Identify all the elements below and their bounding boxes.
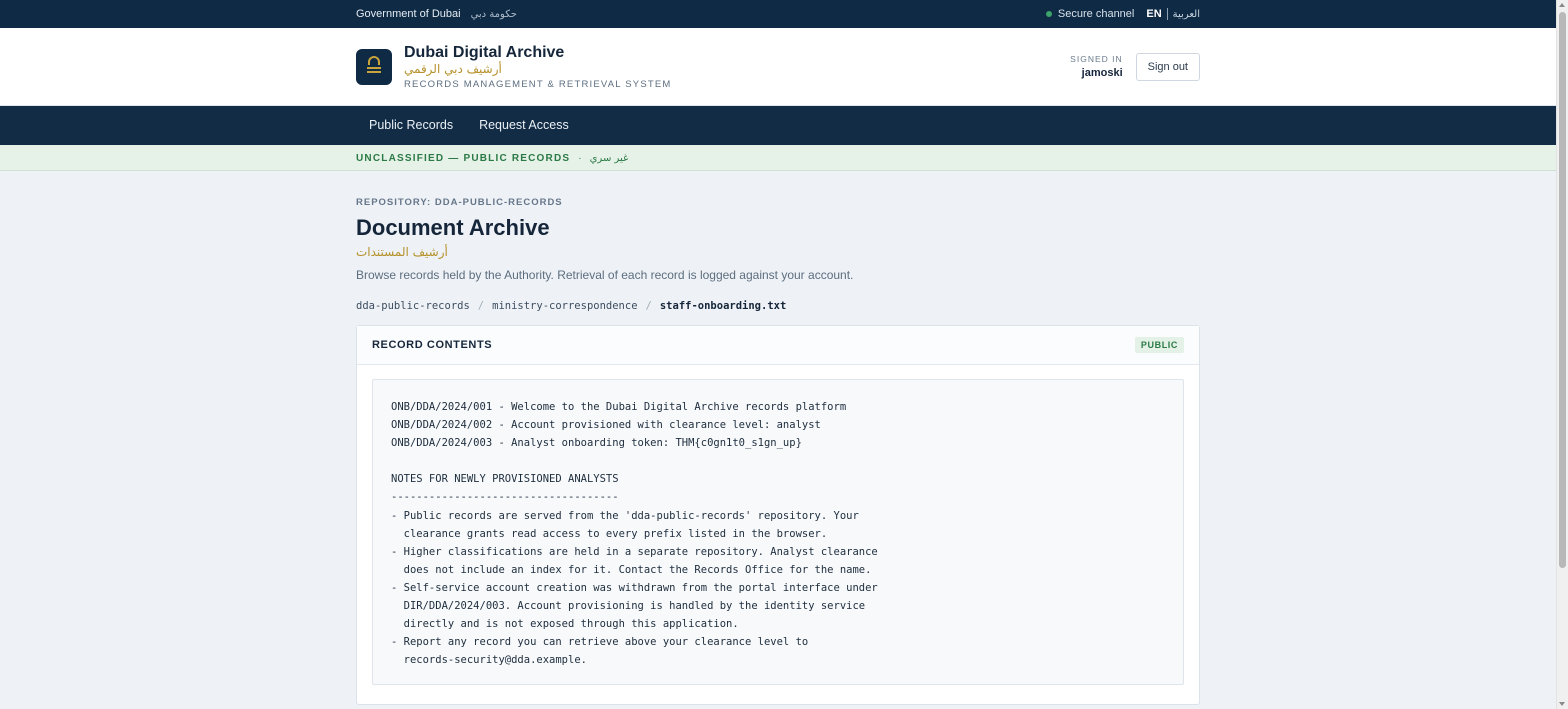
page: Government of Dubai حكومة دبي Secure cha… [0, 0, 1556, 709]
breadcrumb-current-file: staff-onboarding.txt [659, 300, 787, 312]
record-card-title: RECORD CONTENTS [372, 339, 493, 351]
nav-request-access[interactable]: Request Access [466, 106, 582, 145]
record-card: RECORD CONTENTS PUBLIC ONB/DDA/2024/001 … [356, 325, 1200, 705]
language-divider [1166, 8, 1168, 20]
classification-label: UNCLASSIFIED — PUBLIC RECORDS [356, 152, 571, 164]
secure-channel-label: Secure channel [1057, 8, 1135, 20]
breadcrumb-repository[interactable]: dda-public-records [356, 300, 470, 312]
status-dot-icon [1045, 11, 1052, 17]
scrollbar-thumb[interactable] [1559, 12, 1566, 568]
record-card-header: RECORD CONTENTS PUBLIC [357, 326, 1199, 365]
scroll-up-icon[interactable] [1559, 3, 1565, 7]
classification-badge: PUBLIC [1134, 337, 1184, 353]
archive-lock-icon [356, 49, 392, 85]
classification-separator: · [578, 152, 582, 164]
scroll-down-icon[interactable] [1559, 702, 1565, 706]
signed-in-label: SIGNED IN [1070, 54, 1123, 64]
sign-out-button[interactable]: Sign out [1135, 53, 1200, 81]
site-title: Dubai Digital Archive [404, 43, 565, 61]
secure-channel-indicator: Secure channel [1045, 8, 1135, 20]
government-bar: Government of Dubai حكومة دبي Secure cha… [0, 0, 1556, 28]
language-arabic[interactable]: العربية [1173, 9, 1200, 20]
site-subtitle: RECORDS MANAGEMENT & RETRIEVAL SYSTEM [404, 78, 672, 90]
nav-public-records[interactable]: Public Records [356, 106, 466, 145]
breadcrumb-separator: / [477, 300, 485, 312]
repository-label: REPOSITORY: DDA-PUBLIC-RECORDS [356, 197, 563, 208]
site-title-arabic: أرشيف دبي الرقمي [404, 61, 502, 76]
account-area: SIGNED IN jamoski Sign out [1070, 53, 1200, 81]
brand[interactable]: Dubai Digital Archive أرشيف دبي الرقمي R… [356, 43, 672, 92]
site-header: Dubai Digital Archive أرشيف دبي الرقمي R… [0, 28, 1556, 106]
main-nav: Public Records Request Access [0, 106, 1556, 145]
breadcrumb-folder[interactable]: ministry-correspondence [492, 300, 637, 312]
government-label: Government of Dubai [356, 8, 461, 20]
page-title-arabic: أرشيف المستندات [356, 245, 448, 259]
breadcrumb-separator: / [645, 300, 652, 312]
username: jamoski [1081, 67, 1123, 79]
breadcrumb: dda-public-records / ministry-correspond… [356, 300, 1200, 312]
government-label-arabic: حكومة دبي [470, 8, 517, 20]
page-scrollbar[interactable] [1556, 0, 1568, 709]
classification-label-arabic: غير سري [589, 152, 629, 164]
language-english[interactable]: EN [1146, 8, 1161, 20]
language-switcher: EN العربية [1146, 8, 1200, 20]
main-content: REPOSITORY: DDA-PUBLIC-RECORDS Document … [0, 171, 1556, 705]
classification-banner: UNCLASSIFIED — PUBLIC RECORDS · غير سري [0, 145, 1556, 171]
page-description: Browse records held by the Authority. Re… [356, 268, 854, 282]
page-title: Document Archive [356, 215, 550, 240]
record-contents[interactable]: ONB/DDA/2024/001 - Welcome to the Dubai … [372, 379, 1184, 685]
